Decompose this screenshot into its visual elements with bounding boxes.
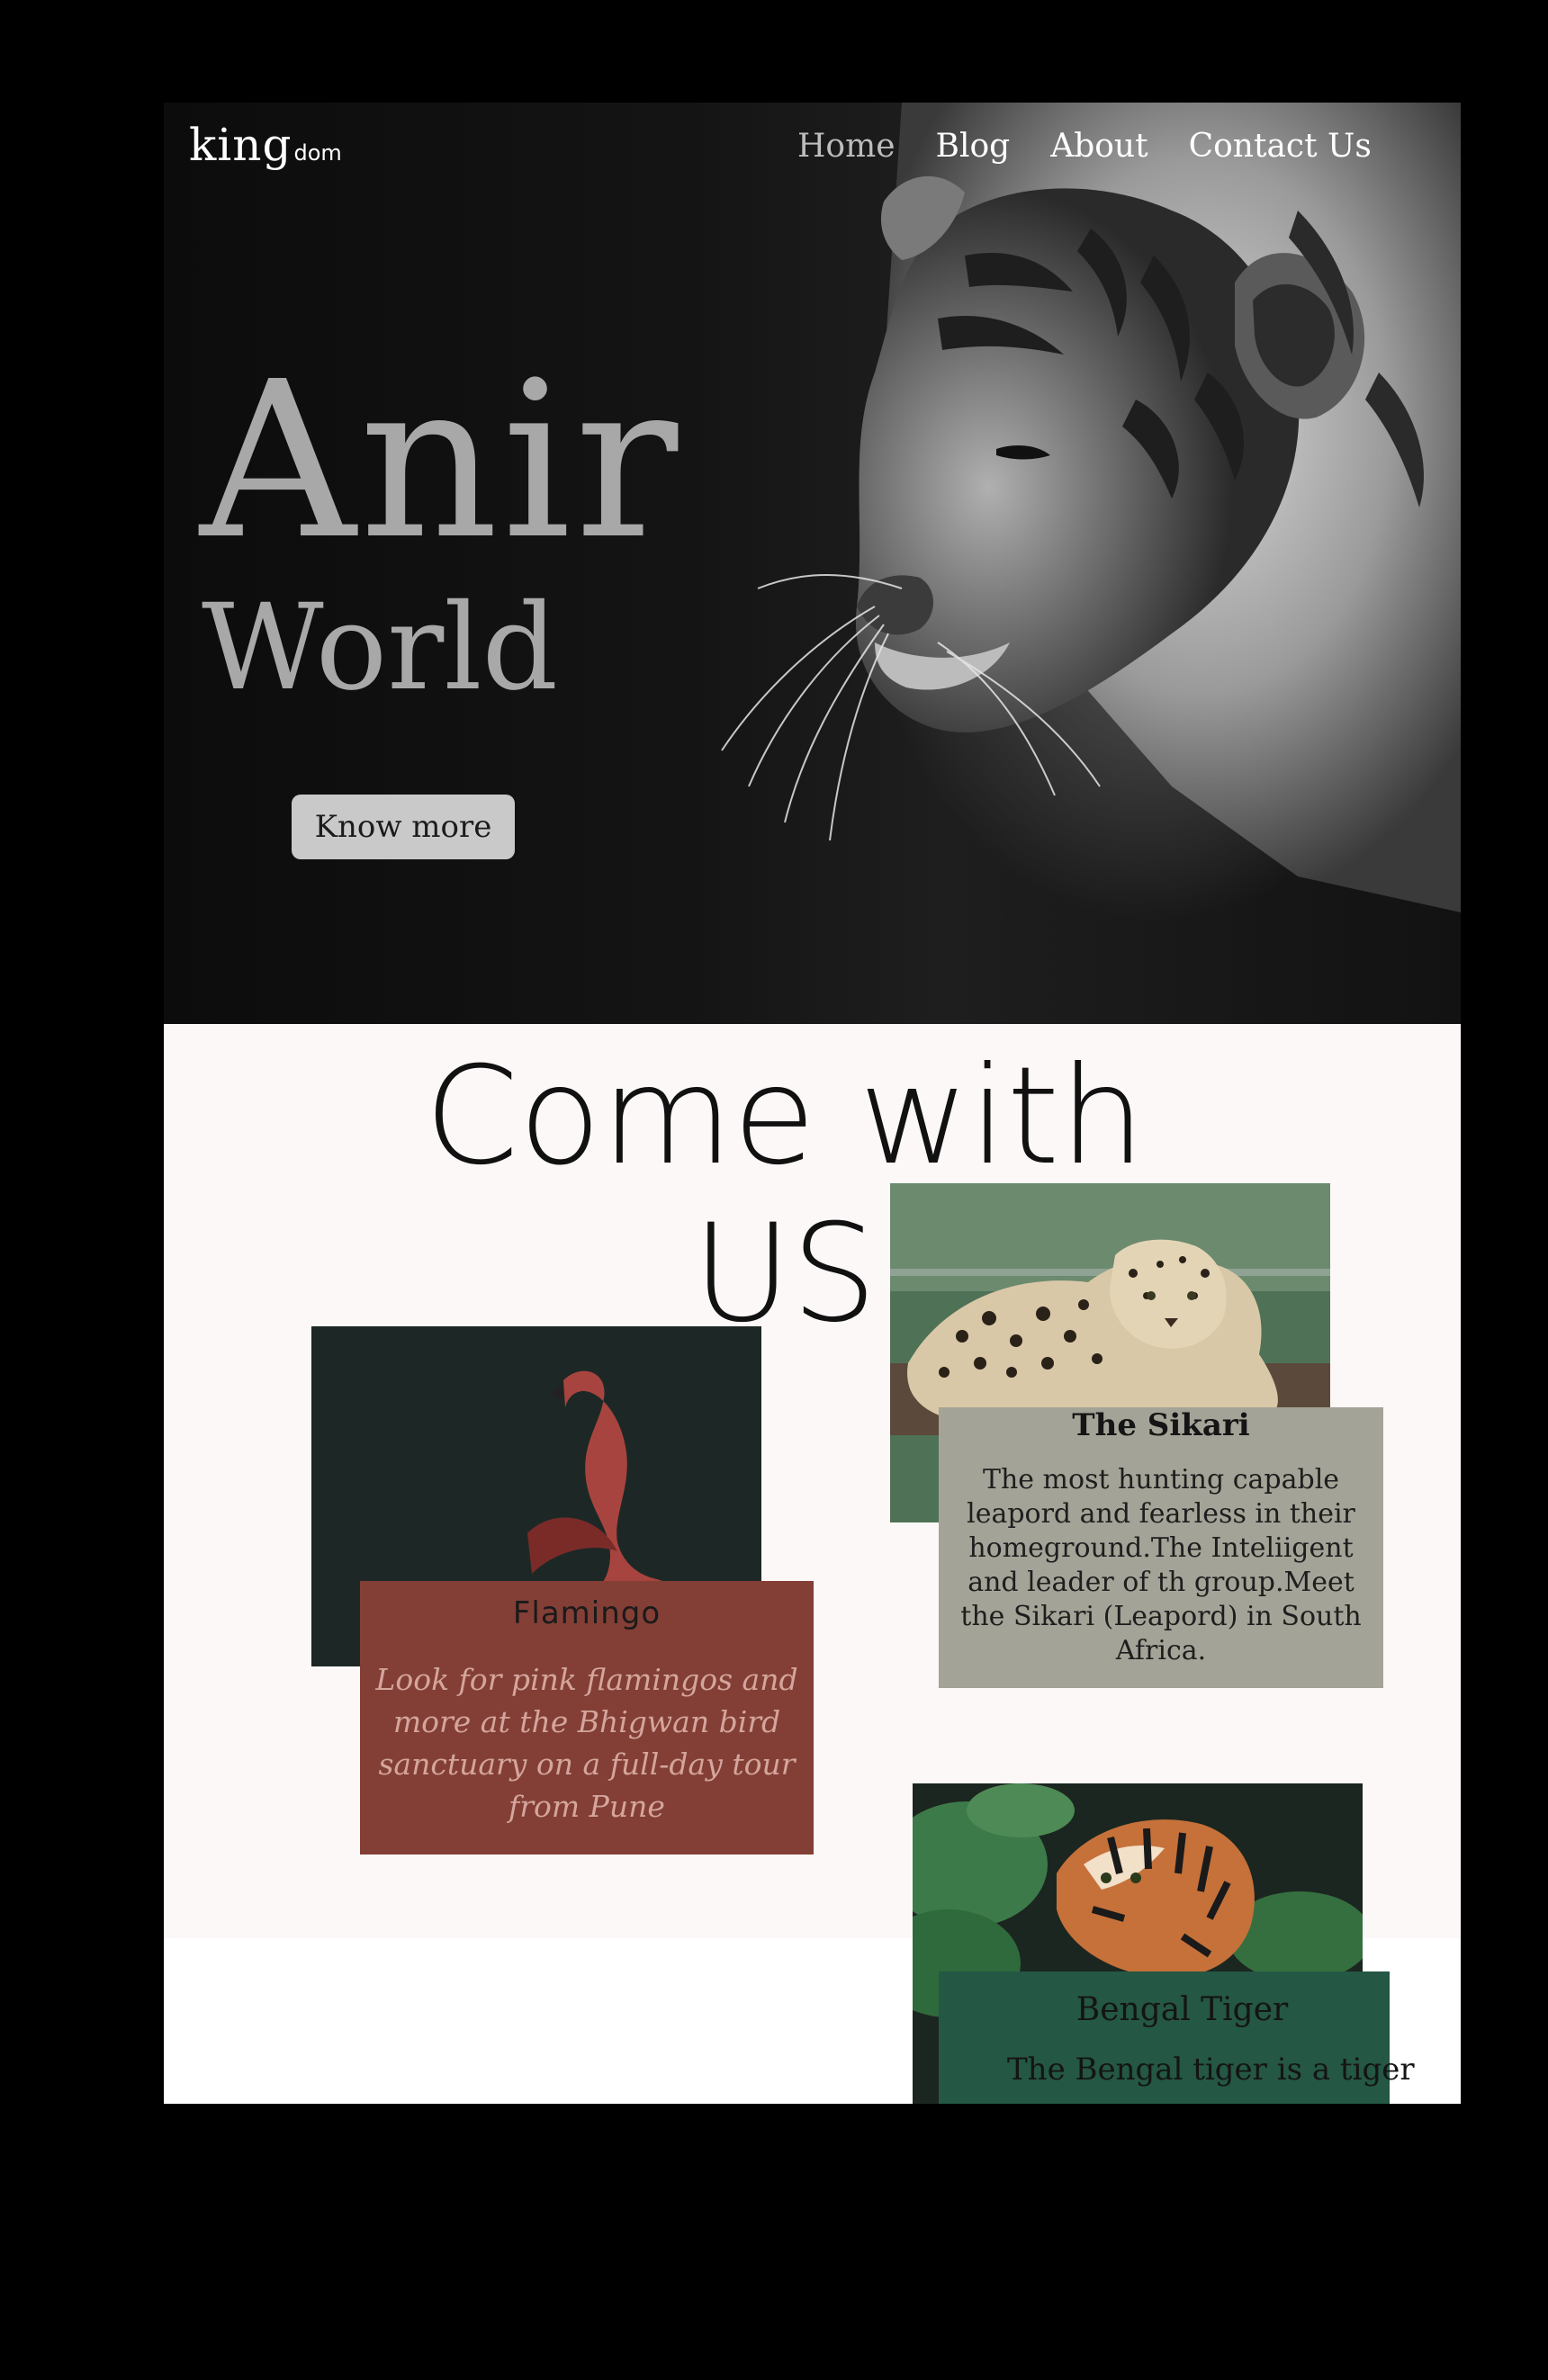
hero-title-line-1: Anir <box>200 335 682 587</box>
hero-banner: kingdom Home Blog About Contact Us Anir … <box>164 103 1461 1024</box>
flamingo-card-title: Flamingo <box>512 1595 662 1631</box>
white-tiger-image <box>721 103 1461 912</box>
know-more-button[interactable]: Know more <box>292 795 515 859</box>
nav-about[interactable]: About <box>1050 128 1148 165</box>
flamingo-card-description: Look for pink flamingos and more at the … <box>375 1662 798 1824</box>
hero-title-line-2: World <box>202 579 558 717</box>
flamingo-card[interactable]: Flamingo Look for pink flamingos and mor… <box>360 1581 814 1855</box>
bengal-tiger-card[interactable]: Bengal Tiger The Bengal tiger is a tiger <box>939 1971 1415 2104</box>
nav-blog[interactable]: Blog <box>936 128 1011 165</box>
main-nav: Home Blog About Contact Us <box>797 128 1372 165</box>
logo-sub-text: dom <box>293 140 342 166</box>
logo-main-text: king <box>189 119 292 171</box>
section-title: Come with US <box>424 1038 1146 1352</box>
nav-home[interactable]: Home <box>797 128 896 165</box>
the-sikari-card-description: The most hunting capable leapord and fea… <box>960 1464 1362 1666</box>
page-frame: kingdom Home Blog About Contact Us Anir … <box>164 103 1461 2104</box>
nav-contact-us[interactable]: Contact Us <box>1189 128 1372 165</box>
brand-logo[interactable]: kingdom <box>189 119 342 171</box>
bengal-tiger-card-description: The Bengal tiger is a tiger <box>1007 2052 1415 2088</box>
bengal-tiger-card-title: Bengal Tiger <box>1076 1991 1289 2028</box>
the-sikari-card[interactable]: The Sikari The most hunting capable leap… <box>939 1407 1383 1688</box>
the-sikari-card-title: The Sikari <box>1072 1407 1250 1443</box>
